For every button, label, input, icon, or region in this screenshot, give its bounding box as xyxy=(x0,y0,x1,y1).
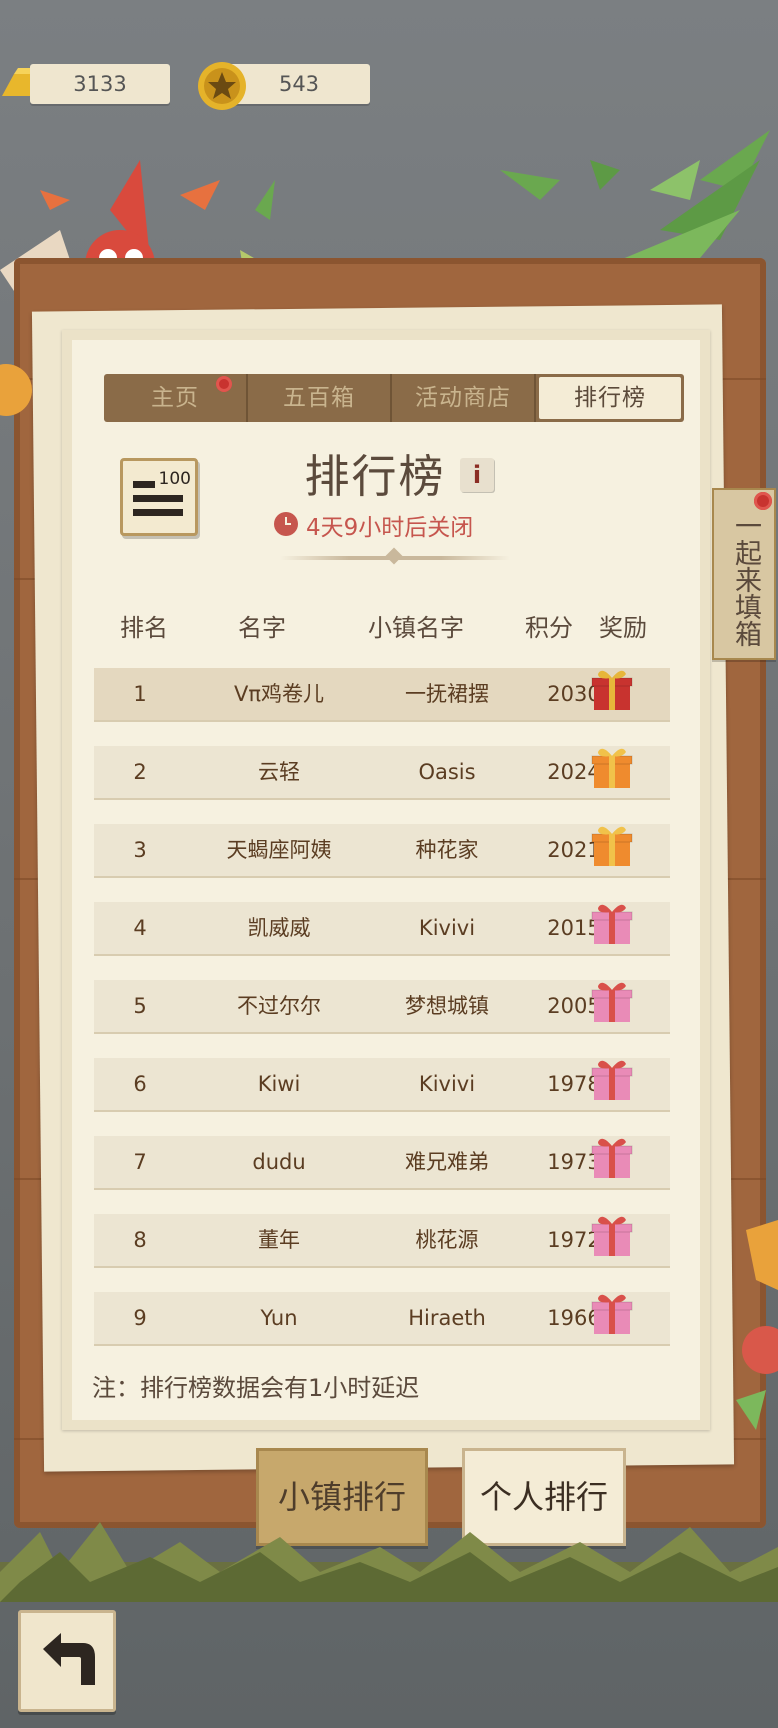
column-header-reward: 奖励 xyxy=(599,614,647,642)
column-header-town: 小镇名字 xyxy=(368,614,464,642)
player-name-cell: 凯威威 xyxy=(247,916,311,940)
rank-cell: 5 xyxy=(133,994,147,1018)
fill-box-side-tab-label: 一起来填箱 xyxy=(730,512,761,647)
rank-cell: 7 xyxy=(133,1150,147,1174)
town-name-cell: 种花家 xyxy=(415,838,479,862)
table-row: 6 Kiwi Kivivi 1978 xyxy=(94,1058,670,1112)
player-name-cell: 不过尔尔 xyxy=(237,994,321,1018)
side-notification-dot-icon xyxy=(754,492,772,510)
town-name-cell: Kivivi xyxy=(418,1072,476,1096)
table-row: 3 天蝎座阿姨 种花家 2021 xyxy=(94,824,670,878)
tab-leaderboard[interactable]: 排行榜 xyxy=(539,377,681,419)
town-name-cell: Kivivi xyxy=(418,916,476,940)
rank-cell: 6 xyxy=(133,1072,147,1096)
clock-icon xyxy=(274,512,298,536)
fruit-decoration xyxy=(736,1220,778,1430)
gold-counter: 3133 xyxy=(30,64,170,104)
gift-pink-icon[interactable] xyxy=(588,1054,636,1102)
rank-cell: 8 xyxy=(133,1228,147,1252)
back-button[interactable] xyxy=(18,1610,116,1712)
tab-leaderboard-label: 排行榜 xyxy=(574,385,646,411)
table-row: 7 dudu 难兄难弟 1973 xyxy=(94,1136,670,1190)
table-row: 1 Vπ鸡卷儿 一抚裙摆 2030 xyxy=(94,668,670,722)
tab-event-shop-label: 活动商店 xyxy=(415,385,511,411)
tab-event-shop[interactable]: 活动商店 xyxy=(392,374,536,422)
coin-counter: 543 xyxy=(228,64,370,104)
top-100-icon: 100 xyxy=(120,458,198,536)
town-name-cell: Oasis xyxy=(418,760,476,784)
grass-decoration xyxy=(0,1522,778,1602)
column-header-name: 名字 xyxy=(238,614,286,642)
table-row: 5 不过尔尔 梦想城镇 2005 xyxy=(94,980,670,1034)
town-name-cell: Hiraeth xyxy=(408,1306,486,1330)
gift-pink-icon[interactable] xyxy=(588,1288,636,1336)
back-arrow-icon xyxy=(43,1633,95,1685)
player-name-cell: 天蝎座阿姨 xyxy=(226,838,332,862)
rank-cell: 1 xyxy=(133,682,147,706)
tab-five-hundred-boxes[interactable]: 五百箱 xyxy=(248,374,392,422)
table-row: 9 Yun Hiraeth 1966 xyxy=(94,1292,670,1346)
page-title: 排行榜 xyxy=(304,450,446,503)
tab-bar: 主页 五百箱 活动商店 排行榜 xyxy=(104,374,684,422)
player-name-cell: Kiwi xyxy=(257,1072,301,1096)
player-name-cell: dudu xyxy=(252,1150,306,1174)
tab-home[interactable]: 主页 xyxy=(104,374,248,422)
gift-pink-icon[interactable] xyxy=(588,1210,636,1258)
notification-dot-icon xyxy=(216,376,232,392)
rank-cell: 4 xyxy=(133,916,147,940)
town-name-cell: 梦想城镇 xyxy=(405,994,489,1018)
town-name-cell: 桃花源 xyxy=(415,1228,479,1252)
column-header-score: 积分 xyxy=(525,614,573,642)
countdown-text: 4天9小时后关闭 xyxy=(306,515,474,541)
table-row: 2 云轻 Oasis 2024 xyxy=(94,746,670,800)
gift-pink-icon[interactable] xyxy=(588,898,636,946)
player-name-cell: 云轻 xyxy=(258,760,300,784)
tab-five-hundred-boxes-label: 五百箱 xyxy=(283,385,355,411)
fill-box-side-tab[interactable]: 一起来填箱 xyxy=(712,488,776,660)
leaves-decoration xyxy=(500,130,770,270)
town-name-cell: 一抚裙摆 xyxy=(405,682,489,706)
gift-orange-icon[interactable] xyxy=(588,820,636,868)
table-row: 8 董年 桃花源 1972 xyxy=(94,1214,670,1268)
delay-note: 注：排行榜数据会有1小时延迟 xyxy=(92,1374,420,1402)
player-name-cell: Yun xyxy=(260,1306,298,1330)
info-button[interactable]: i xyxy=(460,458,494,492)
left-fruit-decoration xyxy=(0,364,32,416)
coin-value: 543 xyxy=(278,72,320,96)
rank-cell: 3 xyxy=(133,838,147,862)
rank-badge-number: 100 xyxy=(158,469,191,489)
tab-home-label: 主页 xyxy=(151,385,199,411)
gift-red-icon[interactable] xyxy=(588,664,636,712)
player-name-cell: 董年 xyxy=(258,1228,300,1252)
table-row: 4 凯威威 Kivivi 2015 xyxy=(94,902,670,956)
rank-cell: 2 xyxy=(133,760,147,784)
gift-pink-icon[interactable] xyxy=(588,976,636,1024)
player-name-cell: Vπ鸡卷儿 xyxy=(233,682,324,706)
column-header-rank: 排名 xyxy=(120,614,168,642)
gift-orange-icon[interactable] xyxy=(588,742,636,790)
gift-pink-icon[interactable] xyxy=(588,1132,636,1180)
town-name-cell: 难兄难弟 xyxy=(405,1150,489,1174)
star-coin-icon xyxy=(198,62,246,110)
rank-cell: 9 xyxy=(133,1306,147,1330)
gold-value: 3133 xyxy=(73,72,127,96)
